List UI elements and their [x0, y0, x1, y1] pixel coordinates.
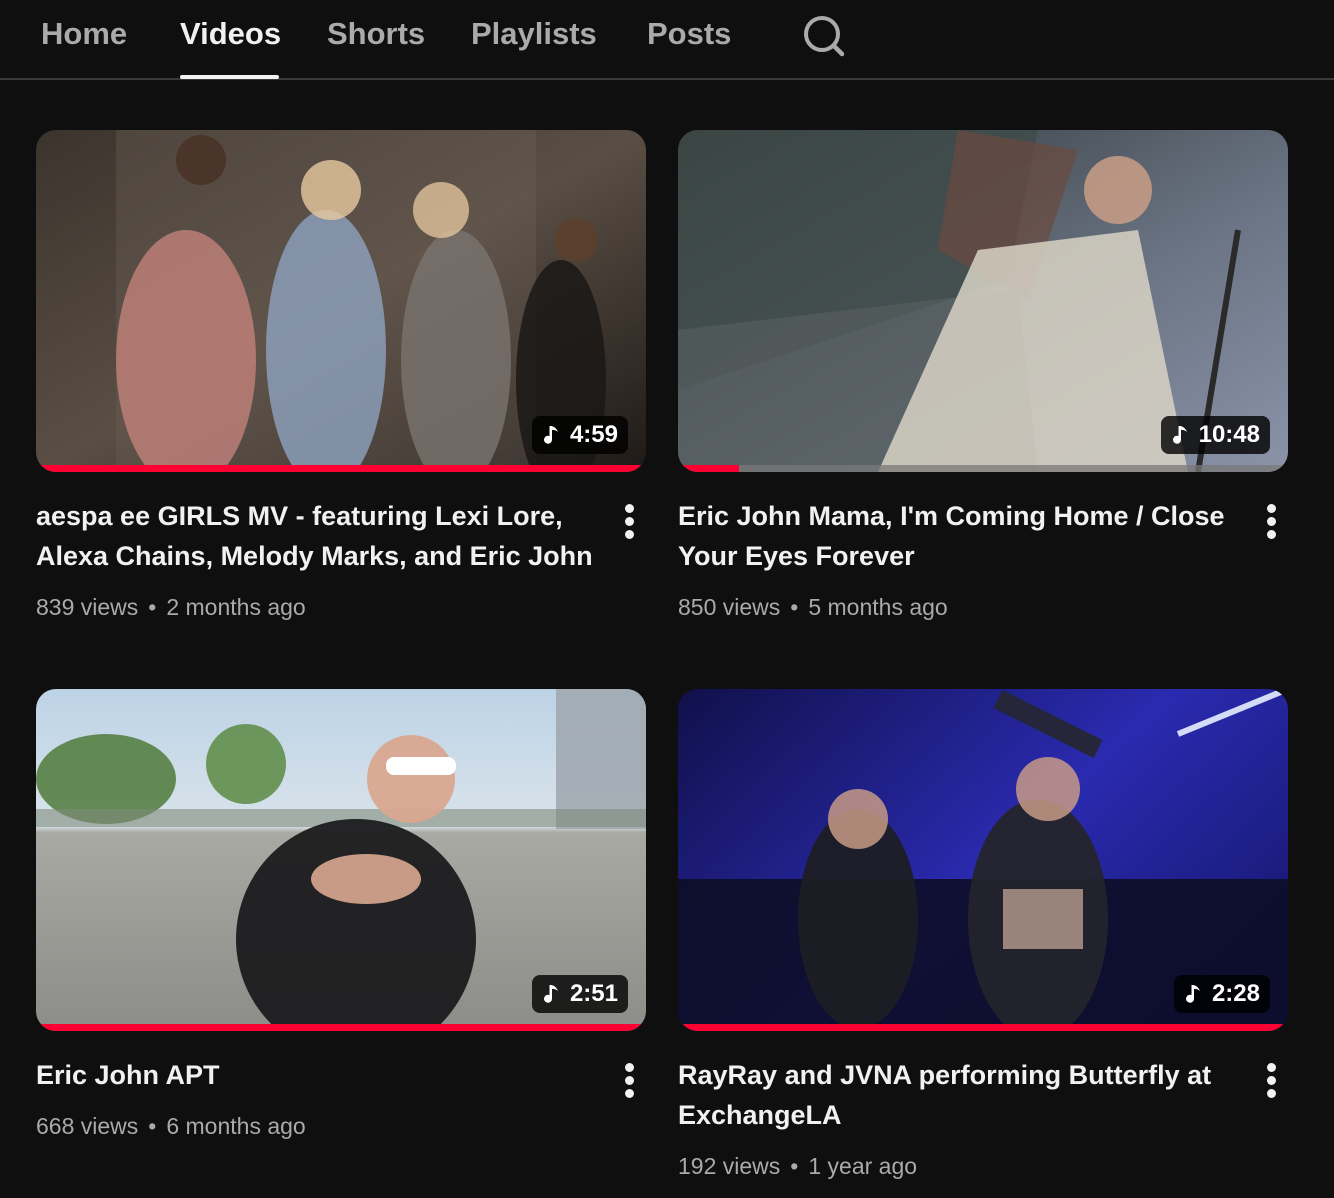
- video-card[interactable]: 4:59 aespa ee GIRLS MV - featuring Lexi …: [36, 130, 648, 620]
- music-note-icon: [1172, 426, 1187, 444]
- more-actions-button[interactable]: [1260, 502, 1284, 542]
- video-thumbnail[interactable]: 2:51: [36, 689, 646, 1031]
- channel-tab-bar: Home Videos Shorts Playlists Posts: [0, 0, 1334, 80]
- video-title[interactable]: Eric John Mama, I'm Coming Home / Close …: [678, 496, 1238, 576]
- more-actions-button[interactable]: [1260, 1061, 1284, 1101]
- upload-age: 1 year ago: [808, 1153, 918, 1179]
- video-title[interactable]: aespa ee GIRLS MV - featuring Lexi Lore,…: [36, 496, 596, 576]
- video-metadata: 192 views • 1 year ago: [678, 1153, 918, 1179]
- watch-progress-bar: [36, 1024, 646, 1031]
- duration-badge: 2:28: [1173, 975, 1270, 1013]
- video-card[interactable]: 2:51 Eric John APT 668 views • 6 months ag…: [36, 689, 648, 1139]
- video-title[interactable]: RayRay and JVNA performing Butterfly at …: [678, 1055, 1238, 1135]
- view-count: 839 views: [36, 594, 139, 620]
- duration-badge: 2:51: [531, 975, 628, 1013]
- tab-home[interactable]: Home: [41, 14, 127, 54]
- watch-progress-bar: [36, 465, 646, 472]
- music-note-icon: [543, 426, 558, 444]
- more-actions-button[interactable]: [618, 502, 642, 542]
- view-count: 850 views: [678, 594, 781, 620]
- duration-badge: 10:48: [1160, 416, 1270, 454]
- watch-progress-fill: [36, 465, 646, 472]
- music-note-icon: [1185, 985, 1200, 1003]
- music-note-icon: [543, 985, 558, 1003]
- duration-text: 10:48: [1198, 421, 1260, 448]
- tab-shorts[interactable]: Shorts: [327, 14, 425, 54]
- tab-videos[interactable]: Videos: [180, 14, 281, 54]
- duration-text: 4:59: [569, 421, 618, 448]
- duration-badge: 4:59: [531, 416, 628, 454]
- active-tab-indicator: [180, 75, 279, 79]
- upload-age: 2 months ago: [166, 594, 306, 620]
- video-metadata: 839 views • 2 months ago: [36, 594, 306, 620]
- search-icon: [804, 16, 845, 57]
- more-actions-button[interactable]: [618, 1061, 642, 1101]
- watch-progress-fill: [678, 1024, 1288, 1031]
- watch-progress-fill: [36, 1024, 646, 1031]
- duration-text: 2:28: [1211, 980, 1260, 1007]
- view-count: 668 views: [36, 1113, 139, 1139]
- video-metadata: 668 views • 6 months ago: [36, 1113, 306, 1139]
- watch-progress-bar: [678, 1024, 1288, 1031]
- view-count: 192 views: [678, 1153, 781, 1179]
- video-title[interactable]: Eric John APT: [36, 1055, 596, 1095]
- video-thumbnail[interactable]: 4:59: [36, 130, 646, 472]
- video-thumbnail[interactable]: 10:48: [678, 130, 1288, 472]
- duration-text: 2:51: [569, 980, 618, 1007]
- video-card[interactable]: 2:28 RayRay and JVNA performing Butterfl…: [678, 689, 1290, 1179]
- video-card[interactable]: 10:48 Eric John Mama, I'm Coming Home / …: [678, 130, 1290, 620]
- watch-progress-fill: [678, 465, 739, 472]
- upload-age: 5 months ago: [808, 594, 948, 620]
- search-button[interactable]: [796, 10, 852, 66]
- tab-playlists[interactable]: Playlists: [471, 14, 597, 54]
- video-thumbnail[interactable]: 2:28: [678, 689, 1288, 1031]
- tab-posts[interactable]: Posts: [647, 14, 731, 54]
- upload-age: 6 months ago: [166, 1113, 306, 1139]
- watch-progress-bar: [678, 465, 1288, 472]
- video-metadata: 850 views • 5 months ago: [678, 594, 948, 620]
